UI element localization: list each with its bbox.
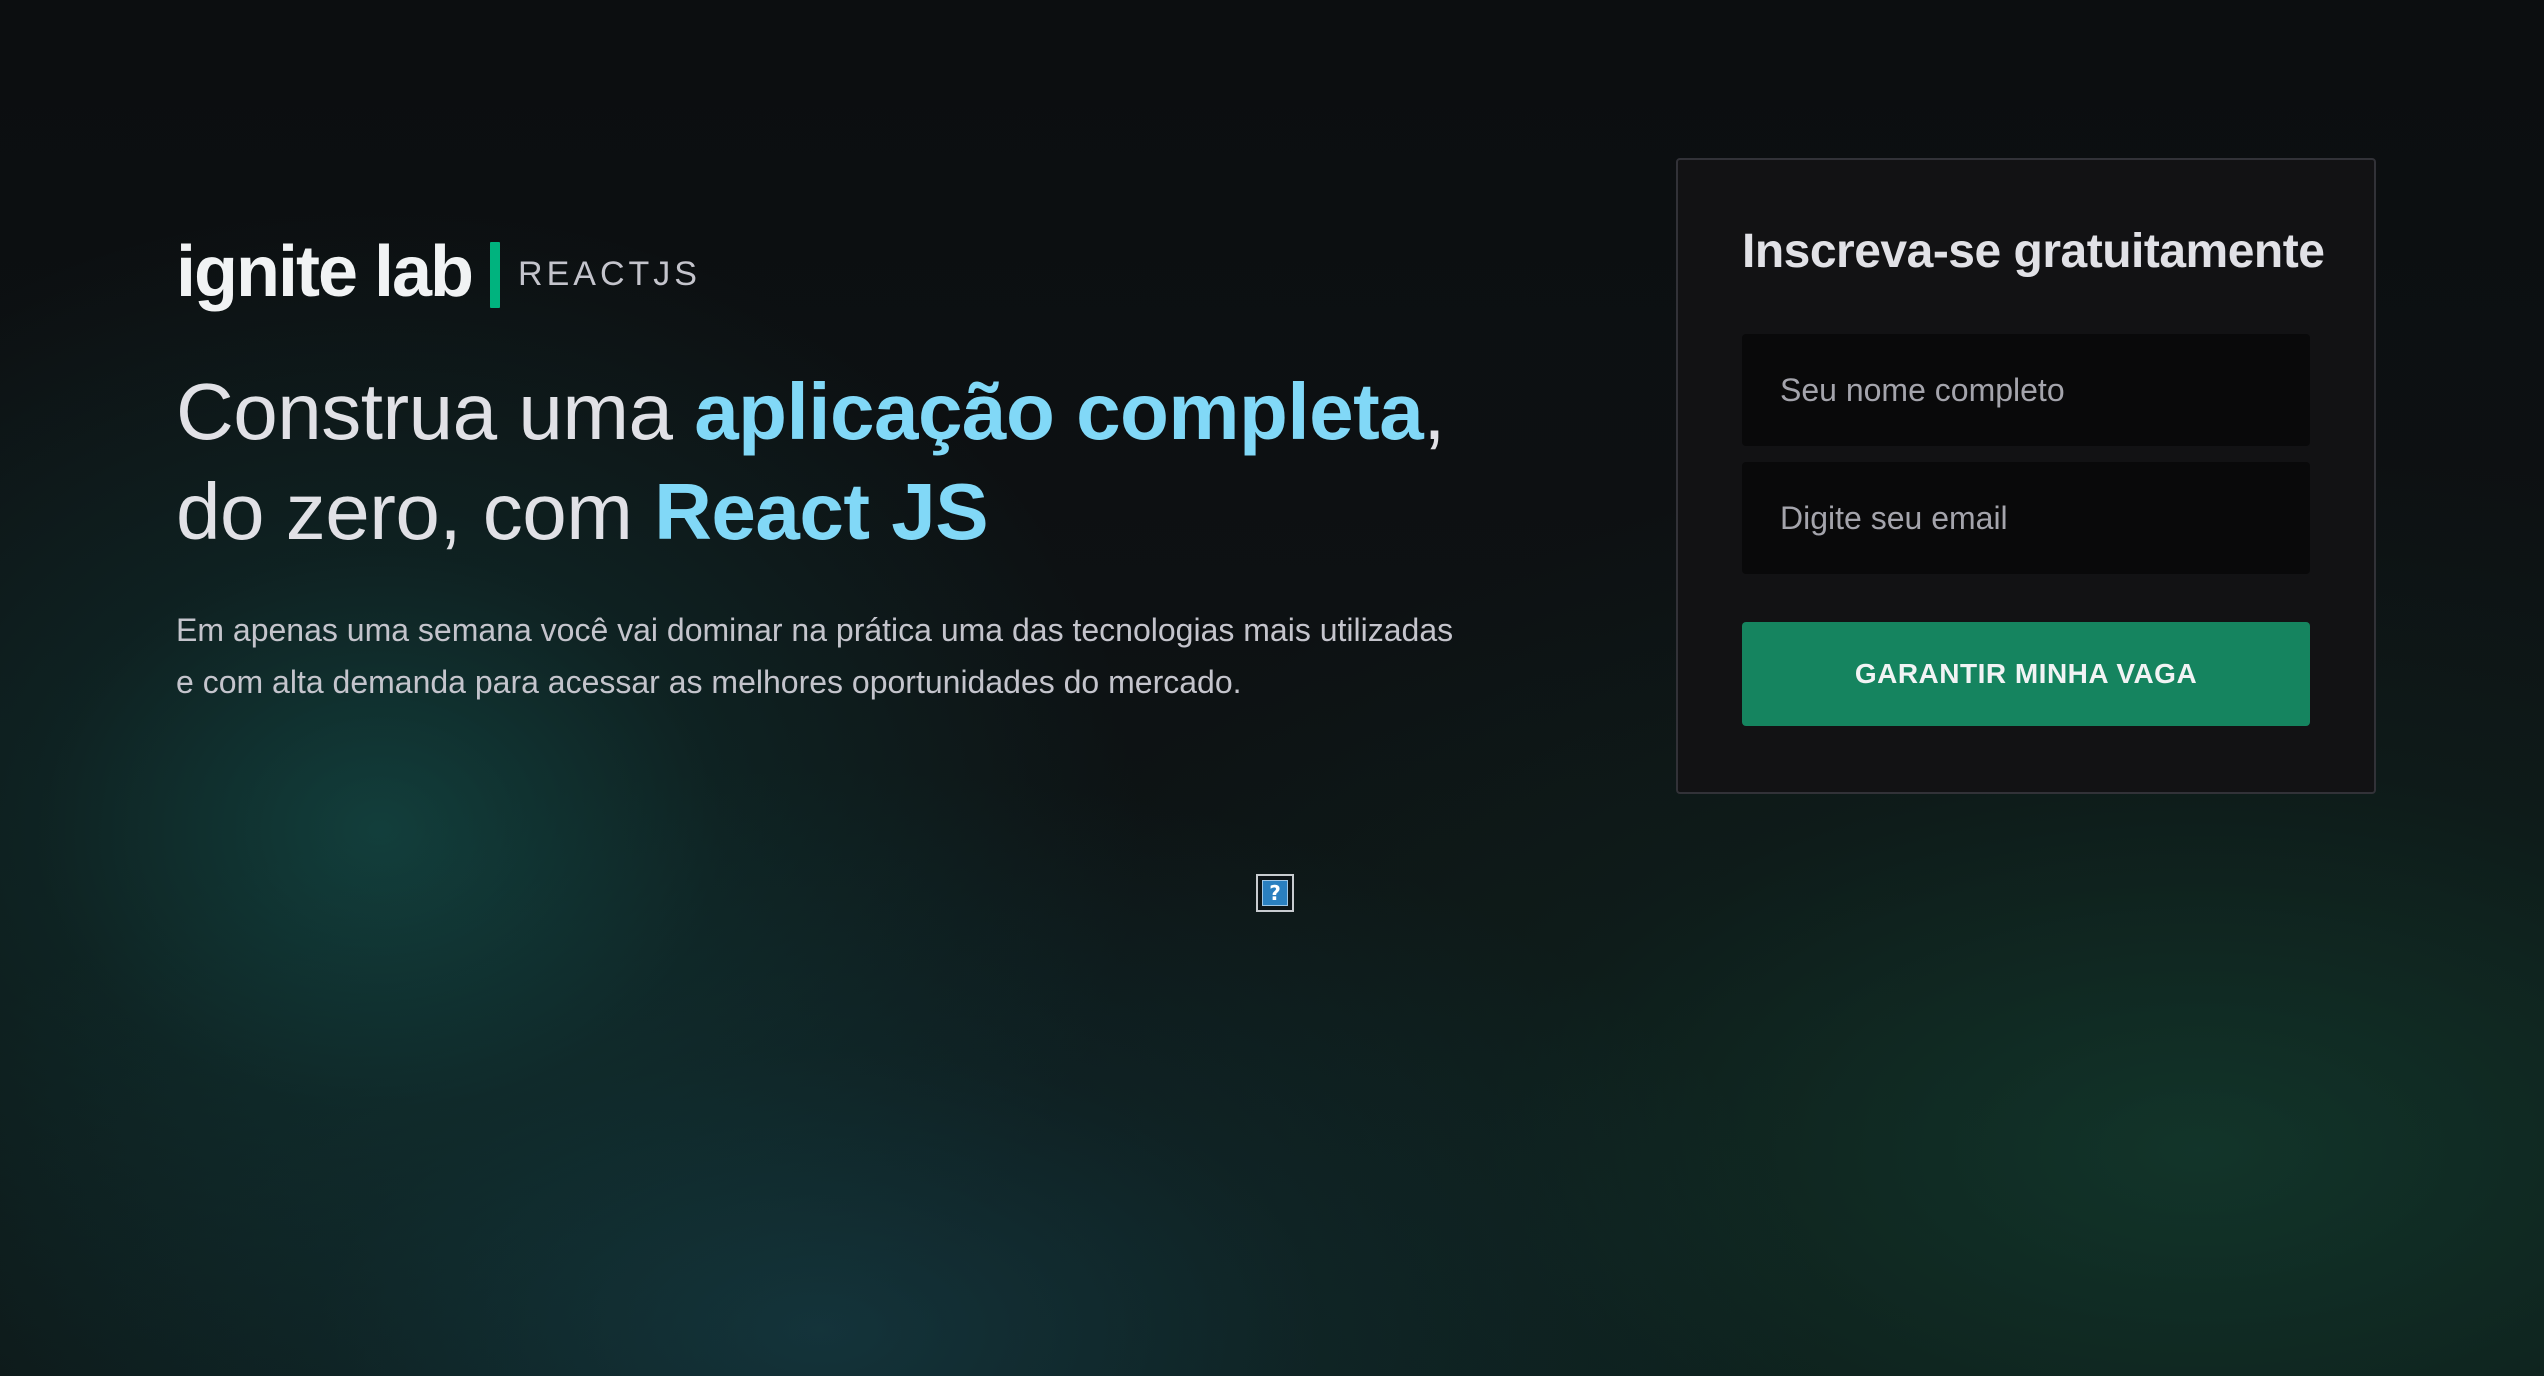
signup-card: Inscreva-se gratuitamente GARANTIR MINHA…: [1676, 158, 2376, 794]
hero-subtitle: Em apenas uma semana você vai dominar na…: [176, 612, 1454, 700]
logo: ignite lab REACTJS: [176, 232, 1476, 312]
logo-divider: [490, 242, 501, 308]
signup-title: Inscreva-se gratuitamente: [1742, 225, 2325, 278]
headline-text-1: Construa uma: [176, 367, 695, 456]
logo-wordmark: ignite lab: [176, 232, 474, 312]
full-name-input[interactable]: [1742, 334, 2310, 446]
broken-image-icon: ?: [1256, 874, 1294, 912]
submit-button[interactable]: GARANTIR MINHA VAGA: [1742, 622, 2310, 726]
logo-tag: REACTJS: [518, 254, 701, 293]
hero-section: ignite lab REACTJS Construa uma aplicaçã…: [176, 232, 1476, 740]
headline-highlight-1: aplicação completa: [694, 367, 1424, 456]
broken-image-glyph: ?: [1262, 880, 1288, 906]
hero-headline: Construa uma aplicação completa, do zero…: [176, 362, 1476, 562]
email-input[interactable]: [1742, 462, 2310, 574]
headline-highlight-2: React JS: [654, 467, 989, 556]
